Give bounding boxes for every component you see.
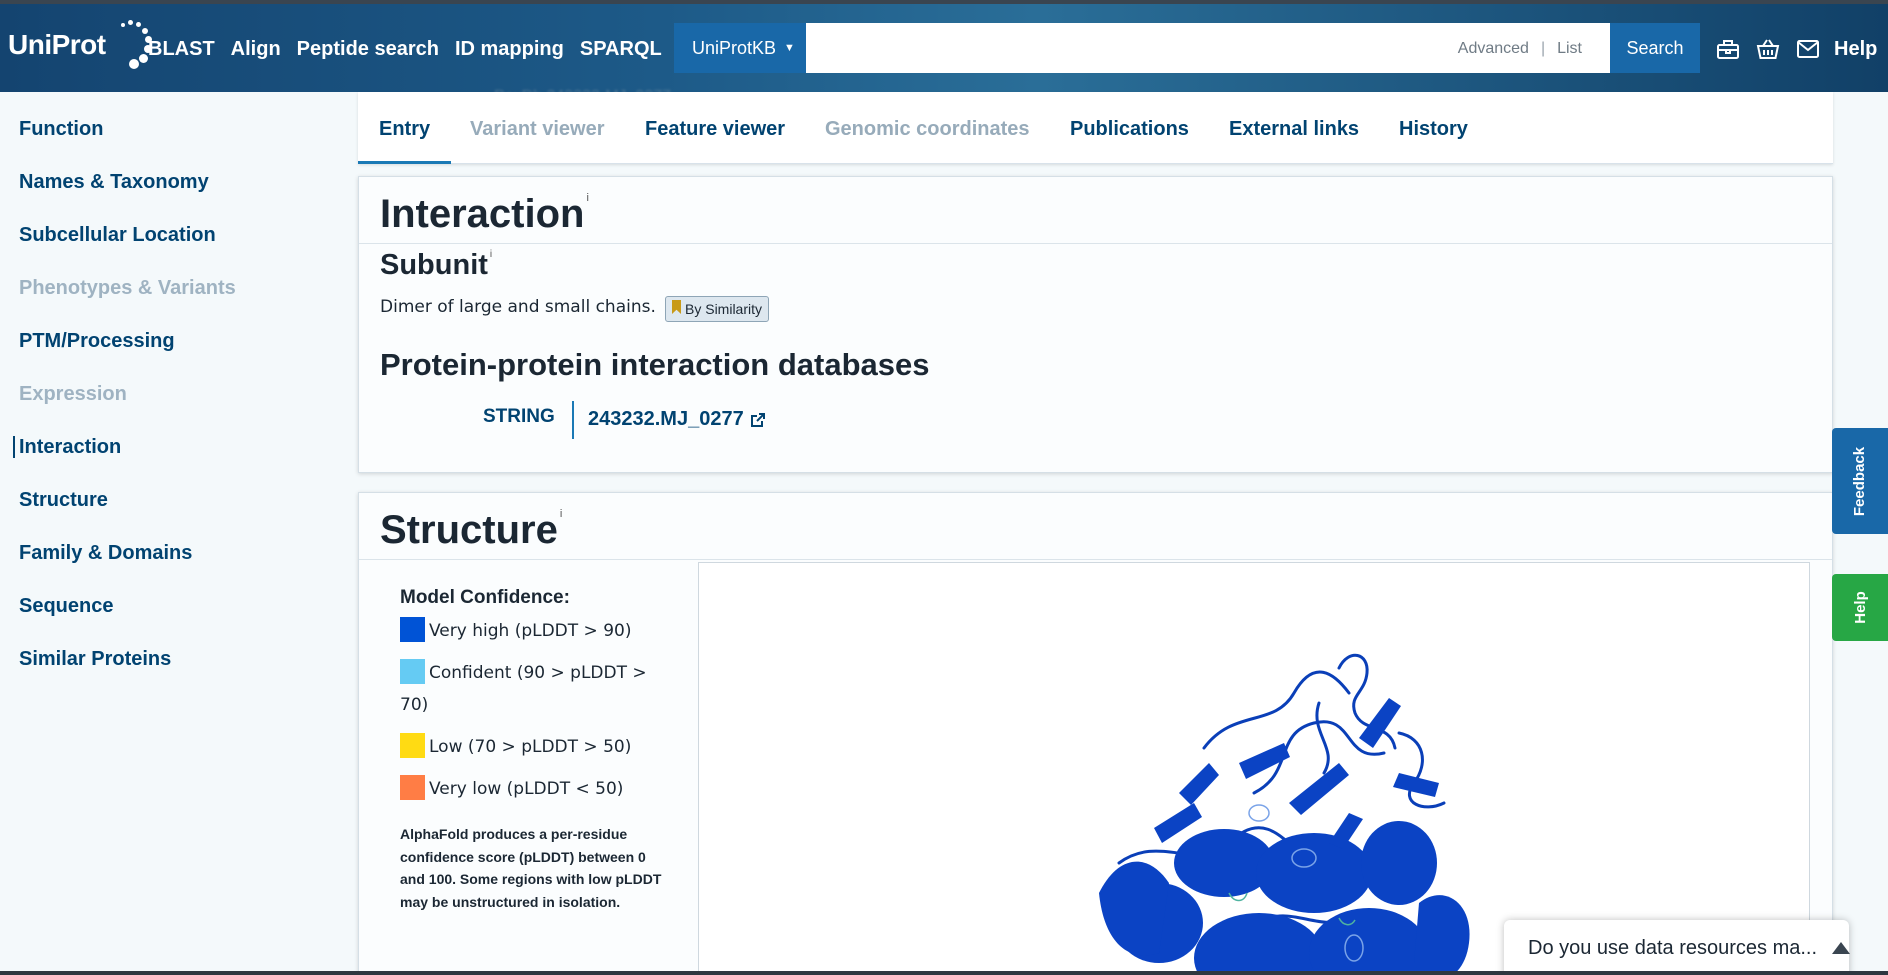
help-tab[interactable]: Help	[1832, 574, 1888, 641]
chevron-up-icon[interactable]	[1832, 942, 1850, 954]
search-bar: UniProtKB ▼ Advanced | List Search	[674, 23, 1700, 73]
toolbox-icon[interactable]	[1716, 38, 1740, 60]
info-icon[interactable]: i	[586, 192, 588, 204]
logo-dots-icon	[108, 14, 152, 76]
external-link-icon	[750, 412, 765, 427]
interaction-section: Interaction i Subunit i Dimer of large and…	[358, 176, 1833, 473]
header-icons	[1716, 38, 1820, 60]
ppi-heading: Protein-protein interaction databases	[380, 347, 930, 382]
legend-item: Very low (pLDDT < 50)	[400, 773, 660, 805]
tab-entry[interactable]: Entry	[379, 118, 430, 141]
info-icon[interactable]: i	[560, 508, 562, 520]
uniprot-logo[interactable]: UniProt	[8, 14, 152, 76]
sidebar-item-function[interactable]: Function	[19, 118, 103, 141]
info-icon[interactable]: i	[490, 249, 492, 260]
protein-structure-image	[1099, 654, 1470, 975]
list-search-link[interactable]: List	[1557, 40, 1582, 58]
interaction-title: Interaction i	[380, 192, 589, 236]
divider	[359, 559, 1832, 560]
sidebar-item-ptm-processing[interactable]: PTM/Processing	[19, 330, 175, 353]
legend-swatch	[400, 775, 425, 800]
divider	[359, 243, 1832, 244]
survey-banner[interactable]: Do you use data resources ma...	[1504, 920, 1850, 975]
sidebar-item-interaction[interactable]: Interaction	[19, 436, 121, 459]
evidence-label: By Similarity	[685, 301, 763, 317]
legend-item: Confident (90 > pLDDT > 70)	[400, 657, 660, 721]
database-select-value: UniProtKB	[692, 37, 777, 58]
structure-title: Structure i	[380, 508, 563, 552]
sidebar-item-expression[interactable]: Expression	[19, 383, 127, 406]
basket-icon[interactable]	[1756, 38, 1780, 60]
legend-title: Model Confidence:	[400, 587, 570, 608]
database-name: STRING	[483, 406, 555, 427]
window-bottom-border	[0, 971, 1888, 975]
sidebar-item-names-taxonomy[interactable]: Names & Taxonomy	[19, 171, 209, 194]
search-input[interactable]: Advanced | List	[806, 23, 1610, 73]
tab-external-links[interactable]: External links	[1229, 118, 1359, 141]
tab-variant-viewer[interactable]: Variant viewer	[470, 118, 605, 141]
bookmark-icon	[672, 300, 681, 314]
alphafold-note: AlphaFold produces a per-residue confide…	[400, 826, 662, 910]
string-link[interactable]: 243232.MJ_0277	[588, 408, 766, 431]
evidence-tag[interactable]: By Similarity	[665, 296, 770, 322]
mail-icon[interactable]	[1796, 38, 1820, 60]
survey-text: Do you use data resources ma...	[1528, 937, 1818, 959]
sidebar-item-structure[interactable]: Structure	[19, 489, 108, 512]
sidebar-item-family-domains[interactable]: Family & Domains	[19, 542, 192, 565]
database-select[interactable]: UniProtKB ▼	[674, 23, 806, 73]
legend-swatch	[400, 733, 425, 758]
tab-feature-viewer[interactable]: Feature viewer	[645, 118, 785, 141]
nav-peptide-search[interactable]: Peptide search	[297, 38, 439, 61]
tab-history[interactable]: History	[1399, 118, 1468, 141]
structure-3d-viewer[interactable]	[698, 562, 1810, 975]
tab-genomic-coordinates[interactable]: Genomic coordinates	[825, 118, 1030, 141]
nav-align[interactable]: Align	[231, 38, 281, 61]
sidebar-item-subcellular-location[interactable]: Subcellular Location	[19, 224, 216, 247]
subunit-text: Dimer of large and small chains.	[380, 297, 656, 317]
tab-active-indicator	[358, 161, 451, 164]
structure-section: Structure i Model Confidence: Very high (…	[358, 492, 1833, 975]
nav-sparql[interactable]: SPARQL	[580, 38, 662, 61]
header-help-link[interactable]: Help	[1834, 38, 1877, 61]
feedback-tab[interactable]: Feedback	[1832, 428, 1888, 534]
logo-text: UniProt	[8, 29, 106, 60]
sidebar-item-sequence[interactable]: Sequence	[19, 595, 113, 618]
legend-swatch	[400, 659, 425, 684]
subunit-heading: Subunit i	[380, 249, 493, 281]
sidebar-item-similar-proteins[interactable]: Similar Proteins	[19, 648, 171, 671]
separator: |	[1540, 40, 1546, 57]
legend-item: Very high (pLDDT > 90)	[400, 615, 660, 647]
main-nav: BLAST Align Peptide search ID mapping SP…	[148, 38, 678, 61]
search-button[interactable]: Search	[1610, 23, 1700, 73]
advanced-search-link[interactable]: Advanced	[1458, 40, 1529, 58]
sidebar-item-phenotypes-variants[interactable]: Phenotypes & Variants	[19, 277, 236, 300]
sidebar-active-indicator	[13, 436, 15, 458]
entry-tabs: Entry Variant viewer Feature viewer Geno…	[358, 92, 1833, 164]
chevron-down-icon: ▼	[784, 42, 795, 54]
site-header: UniProt BLAST Align Peptide search ID ma…	[0, 4, 1888, 92]
divider	[572, 401, 574, 439]
legend-swatch	[400, 617, 425, 642]
legend-item: Low (70 > pLDDT > 50)	[400, 731, 660, 763]
tab-publications[interactable]: Publications	[1070, 118, 1189, 141]
nav-id-mapping[interactable]: ID mapping	[455, 38, 564, 61]
nav-blast[interactable]: BLAST	[148, 38, 215, 61]
